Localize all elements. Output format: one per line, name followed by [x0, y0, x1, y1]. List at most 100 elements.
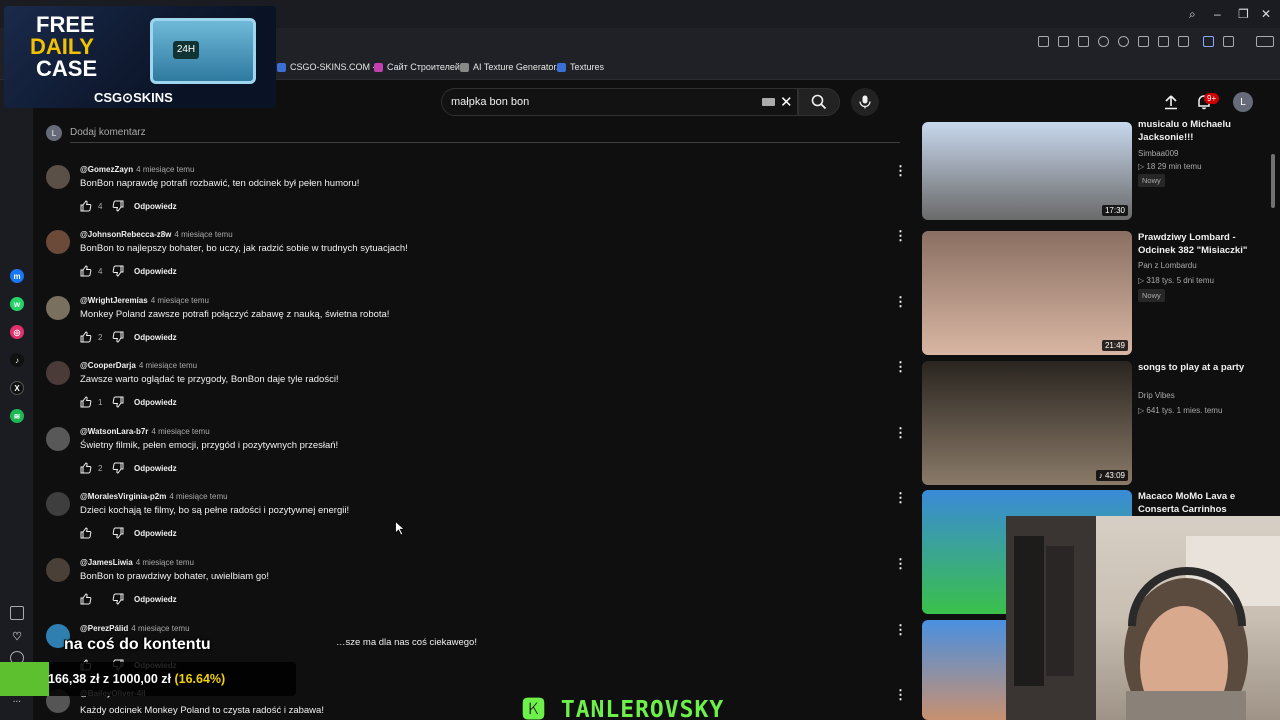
comment-time[interactable]: 4 miesiące temu: [136, 165, 194, 174]
recommended-video[interactable]: ♪ 43:09 songs to play at a party Drip Vibe…: [922, 361, 1272, 485]
video-channel[interactable]: Simbaa009: [1138, 149, 1178, 158]
thumbs-up-icon[interactable]: [80, 396, 92, 408]
bookmark-csgo-skins[interactable]: CSGO-SKINS.COM -...: [277, 62, 383, 72]
reply-button[interactable]: Odpowiedz: [134, 464, 177, 473]
comment-author[interactable]: @PerezPálid 4 miesiące temu: [80, 624, 190, 633]
profile-icon[interactable]: [1178, 36, 1189, 47]
comment-author-name[interactable]: @WrightJeremías: [80, 296, 148, 305]
thumbs-up-icon[interactable]: [80, 331, 92, 343]
comment-time[interactable]: 4 miesiące temu: [151, 296, 209, 305]
bookmark-site-builders[interactable]: Сайт Строителей: [374, 62, 460, 72]
reply-button[interactable]: Odpowiedz: [134, 398, 177, 407]
thumbs-up-icon[interactable]: [80, 265, 92, 277]
comment-author-name[interactable]: @PerezPálid: [80, 624, 128, 633]
menu-icon[interactable]: [1158, 36, 1169, 47]
thumbs-down-icon[interactable]: [112, 200, 124, 212]
reply-button[interactable]: Odpowiedz: [134, 595, 177, 604]
messenger-icon[interactable]: m: [10, 269, 24, 283]
thumbs-up-icon[interactable]: [80, 527, 92, 539]
thumbs-up-icon[interactable]: [80, 462, 92, 474]
search-input[interactable]: małpka bon bon: [451, 96, 529, 108]
csgo-skins-ad[interactable]: FREE DAILY CASE 24H CSG⊙SKINS: [4, 6, 276, 108]
thumbs-down-icon[interactable]: [112, 396, 124, 408]
reply-button[interactable]: Odpowiedz: [134, 529, 177, 538]
video-channel[interactable]: Drip Vibes: [1138, 391, 1175, 400]
comment-author[interactable]: @MoralesVirginia-p2m 4 miesiące temu: [80, 492, 228, 501]
keyboard-icon[interactable]: [762, 98, 775, 106]
comment-author[interactable]: @JohnsonRebecca-z8w 4 miesiące temu: [80, 230, 233, 239]
ai-icon[interactable]: [1256, 36, 1274, 47]
thumbs-down-icon[interactable]: [112, 265, 124, 277]
video-title[interactable]: songs to play at a party: [1138, 361, 1262, 374]
comment-time[interactable]: 4 miesiące temu: [136, 558, 194, 567]
voice-search-button[interactable]: [851, 88, 879, 116]
video-thumbnail[interactable]: ♪ 43:09: [922, 361, 1132, 485]
commenter-avatar[interactable]: [46, 558, 70, 582]
video-thumbnail[interactable]: 21:49: [922, 231, 1132, 355]
more-vert-icon[interactable]: ⋮: [894, 425, 907, 441]
reply-button[interactable]: Odpowiedz: [134, 333, 177, 342]
shield-icon[interactable]: [1078, 36, 1089, 47]
comment-time[interactable]: 4 miesiące temu: [174, 230, 232, 239]
instagram-icon[interactable]: ◎: [10, 325, 24, 339]
add-comment-input[interactable]: Dodaj komentarz: [70, 127, 146, 138]
comment-author-name[interactable]: @WatsonLara-b7r: [80, 427, 148, 436]
comment-time[interactable]: 4 miesiące temu: [169, 492, 227, 501]
bookmark-textures[interactable]: Textures: [557, 62, 604, 72]
thumbs-up-icon[interactable]: [80, 200, 92, 212]
close-window-icon[interactable]: ✕: [1261, 7, 1271, 21]
video-thumbnail[interactable]: 17:30: [922, 122, 1132, 220]
thumbs-down-icon[interactable]: [112, 527, 124, 539]
thumbs-down-icon[interactable]: [112, 462, 124, 474]
grid-icon[interactable]: [10, 606, 24, 620]
reply-button[interactable]: Odpowiedz: [134, 267, 177, 276]
more-vert-icon[interactable]: ⋮: [894, 490, 907, 506]
camera-icon[interactable]: [1058, 36, 1069, 47]
comment-time[interactable]: 4 miesiące temu: [131, 624, 189, 633]
video-title[interactable]: Prawdziwy Lombard - Odcinek 382 "Misiacz…: [1138, 231, 1262, 257]
more-vert-icon[interactable]: ⋮: [894, 228, 907, 244]
comment-time[interactable]: 4 miesiące temu: [139, 361, 197, 370]
bookmark-ai-texture[interactable]: AI Texture Generator...: [460, 62, 563, 72]
clear-search-icon[interactable]: ✕: [780, 93, 793, 111]
commenter-avatar[interactable]: [46, 296, 70, 320]
comment-author[interactable]: @CooperDarja 4 miesiące temu: [80, 361, 197, 370]
scrollbar[interactable]: [1271, 154, 1275, 208]
account-avatar[interactable]: L: [1233, 92, 1253, 112]
more-vert-icon[interactable]: ⋮: [894, 556, 907, 572]
video-title[interactable]: musicalu o Michaelu Jacksonie!!!: [1138, 118, 1262, 144]
play-icon[interactable]: [1098, 36, 1109, 47]
heart-icon[interactable]: ♡: [10, 629, 24, 643]
comment-time[interactable]: 4 miesiące temu: [151, 427, 209, 436]
search-icon[interactable]: [811, 94, 827, 110]
comment-author-name[interactable]: @JohnsonRebecca-z8w: [80, 230, 171, 239]
more-vert-icon[interactable]: ⋮: [894, 163, 907, 179]
x-icon[interactable]: X: [10, 381, 24, 395]
more-vert-icon[interactable]: ⋮: [894, 359, 907, 375]
thumbs-down-icon[interactable]: [112, 593, 124, 605]
comment-author[interactable]: @GomezZayn 4 miesiące temu: [80, 165, 194, 174]
thumbs-up-icon[interactable]: [80, 593, 92, 605]
thumbs-down-icon[interactable]: [112, 331, 124, 343]
maximize-icon[interactable]: ❐: [1238, 7, 1249, 21]
more-vert-icon[interactable]: ⋮: [894, 687, 907, 703]
edit-icon[interactable]: [1038, 36, 1049, 47]
cube-icon[interactable]: [1223, 36, 1234, 47]
comment-author-name[interactable]: @JamesLiwia: [80, 558, 133, 567]
more-icon[interactable]: ···: [10, 694, 24, 708]
comment-author-name[interactable]: @MoralesVirginia-p2m: [80, 492, 166, 501]
recommended-video[interactable]: 21:49 Prawdziwy Lombard - Odcinek 382 "Mi…: [922, 231, 1272, 355]
upload-icon[interactable]: [1163, 94, 1179, 110]
commenter-avatar[interactable]: [46, 361, 70, 385]
comment-author[interactable]: @WatsonLara-b7r 4 miesiące temu: [80, 427, 210, 436]
video-channel[interactable]: Pan z Lombardu: [1138, 261, 1197, 270]
comment-author[interactable]: @JamesLiwia 4 miesiące temu: [80, 558, 194, 567]
spotify-icon[interactable]: ≋: [10, 409, 24, 423]
commenter-avatar[interactable]: [46, 230, 70, 254]
commenter-avatar[interactable]: [46, 492, 70, 516]
recommended-video[interactable]: 17:30 musicalu o Michaelu Jacksonie!!! Sim…: [922, 119, 1272, 220]
add-comment-row[interactable]: L Dodaj komentarz: [46, 125, 900, 143]
commenter-avatar[interactable]: [46, 427, 70, 451]
reply-button[interactable]: Odpowiedz: [134, 202, 177, 211]
extension-icon[interactable]: [1203, 36, 1214, 47]
